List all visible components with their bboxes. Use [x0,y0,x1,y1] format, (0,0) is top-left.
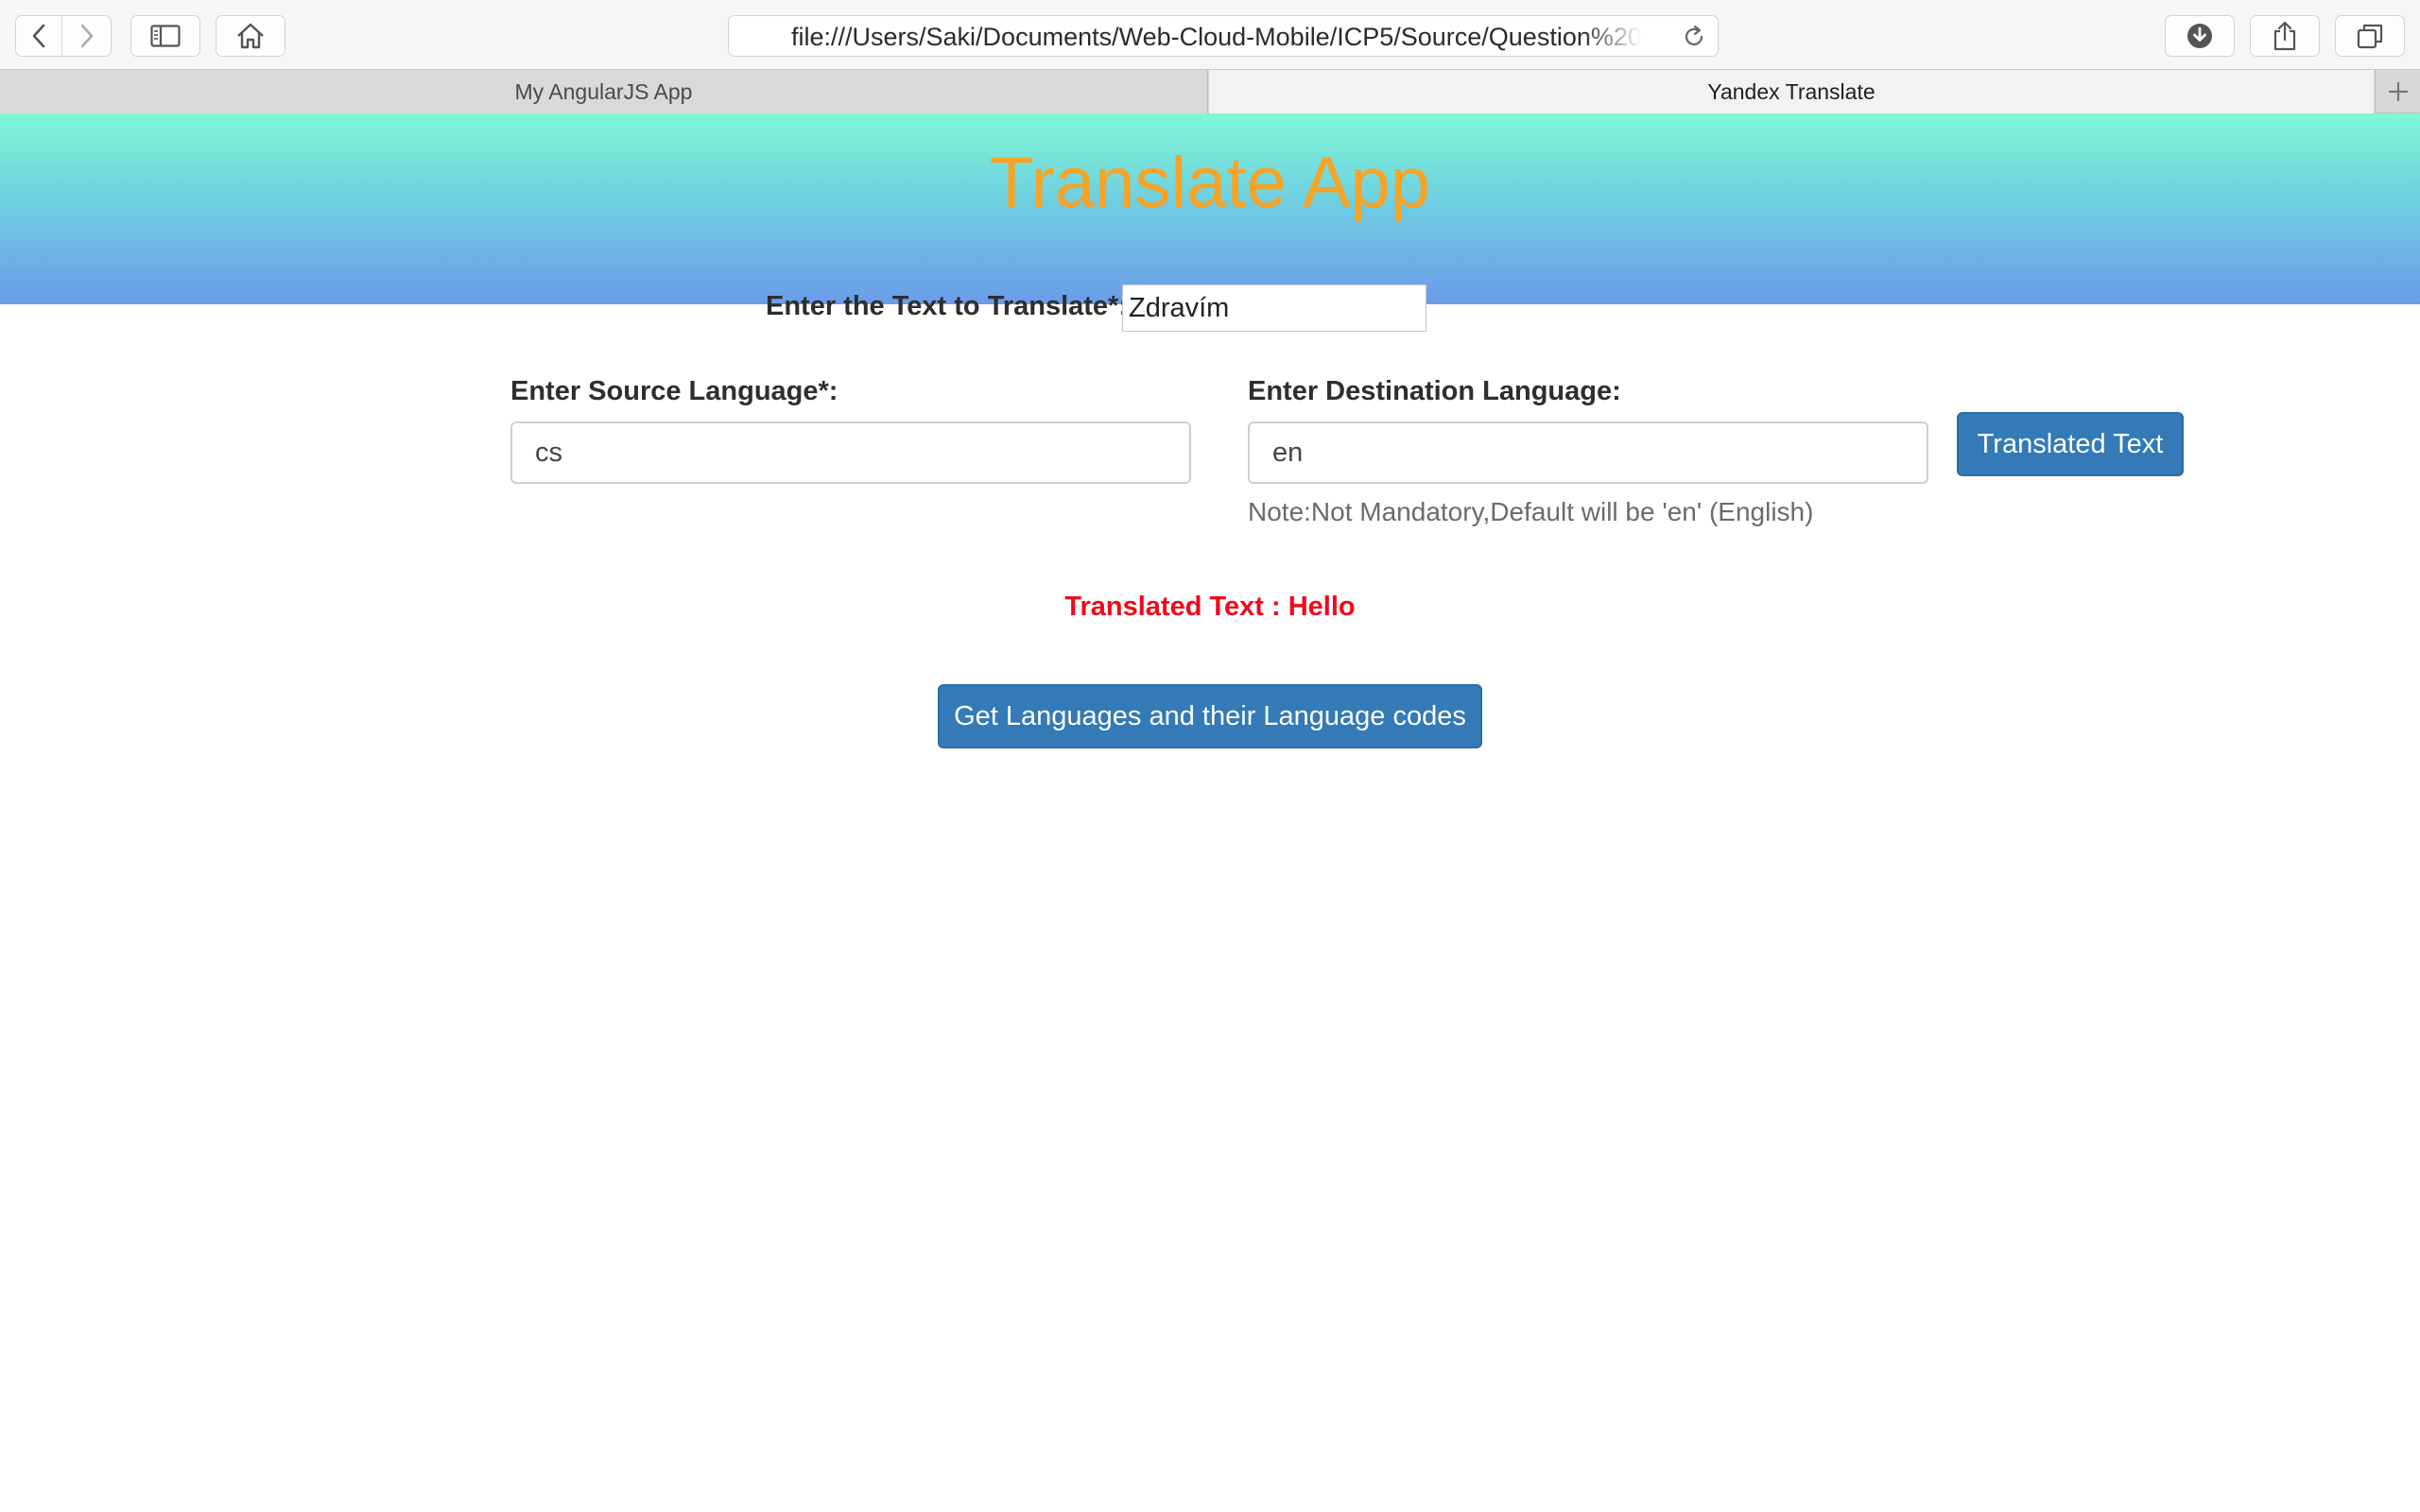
tabs-overview-icon [2357,24,2383,49]
browser-toolbar: file:///Users/Saki/Documents/Web-Cloud-M… [0,0,2420,70]
chevron-left-icon [32,24,45,48]
sidebar-icon [150,25,181,47]
address-url: file:///Users/Saki/Documents/Web-Cloud-M… [791,23,1642,51]
tab-my-angularjs-app[interactable]: My AngularJS App [0,70,1208,113]
home-button[interactable] [216,15,285,57]
home-icon [237,23,264,49]
page-title: Translate App [989,143,1431,223]
tab-yandex-translate[interactable]: Yandex Translate [1209,70,2374,113]
downloads-button[interactable] [2165,15,2235,57]
plus-icon [2388,81,2408,102]
address-bar[interactable]: file:///Users/Saki/Documents/Web-Cloud-M… [728,15,1719,57]
show-tabs-button[interactable] [2335,15,2405,57]
download-icon [2187,24,2212,48]
share-button[interactable] [2250,15,2320,57]
source-language-input[interactable] [510,421,1191,484]
text-to-translate-input[interactable] [1122,284,1426,332]
get-languages-button[interactable]: Get Languages and their Language codes [938,684,1482,748]
destination-language-input[interactable] [1248,421,1928,484]
reload-icon[interactable] [1682,25,1706,49]
destination-language-label: Enter Destination Language: [1248,376,1621,406]
translated-result: Translated Text : Hello [1064,592,1356,622]
text-to-translate-label: Enter the Text to Translate*: [766,291,1128,321]
sidebar-button[interactable] [130,15,200,57]
translate-button[interactable]: Translated Text [1957,412,2184,476]
destination-note: Note:Not Mandatory,Default will be 'en' … [1248,497,1814,526]
chevron-right-icon [80,24,93,48]
forward-button[interactable] [62,15,112,57]
share-icon [2273,21,2296,51]
tab-bar: My AngularJS App Yandex Translate [0,70,2420,113]
new-tab-button[interactable] [2375,70,2420,113]
back-button[interactable] [15,15,62,57]
page-header: Translate App [0,113,2420,304]
source-language-label: Enter Source Language*: [510,376,838,406]
